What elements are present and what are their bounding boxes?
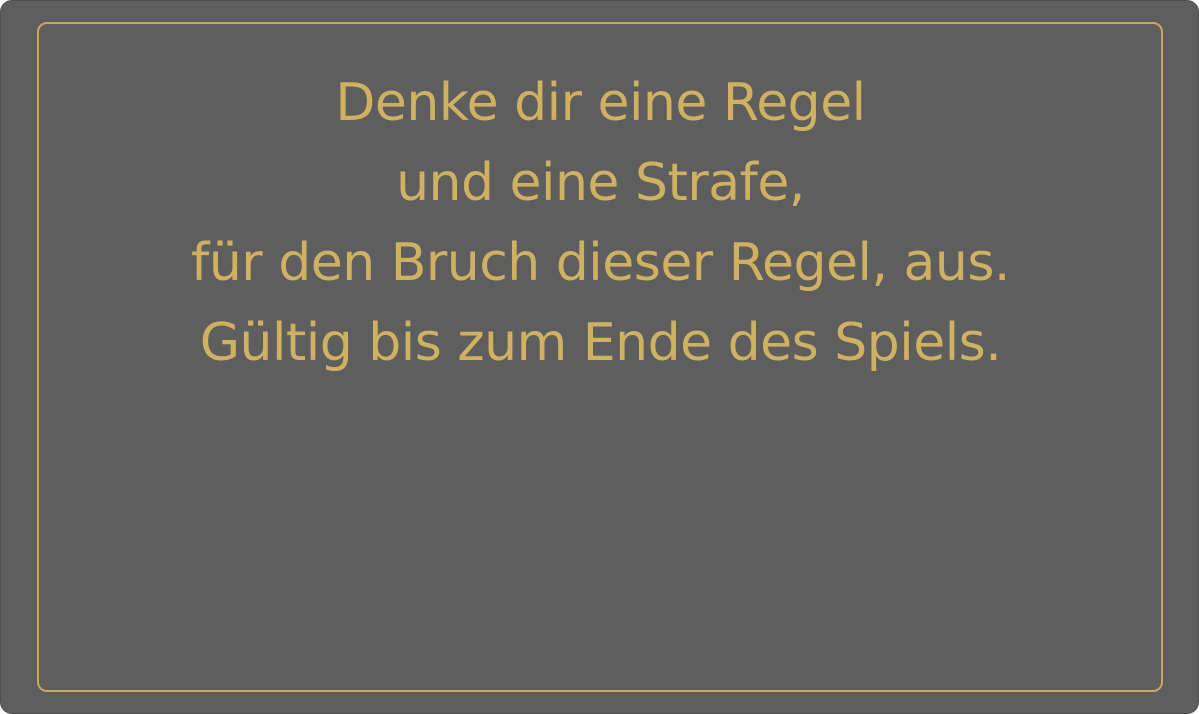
game-card: Denke dir eine Regel und eine Strafe, fü… — [0, 0, 1199, 714]
card-text-line-1: Denke dir eine Regel — [335, 73, 866, 133]
card-instruction-text: Denke dir eine Regel und eine Strafe, fü… — [1, 63, 1199, 383]
card-text-line-2: und eine Strafe, — [396, 153, 805, 213]
card-text-line-3: für den Bruch dieser Regel, aus. — [191, 233, 1010, 293]
card-text-line-4: Gültig bis zum Ende des Spiels. — [199, 313, 1002, 373]
